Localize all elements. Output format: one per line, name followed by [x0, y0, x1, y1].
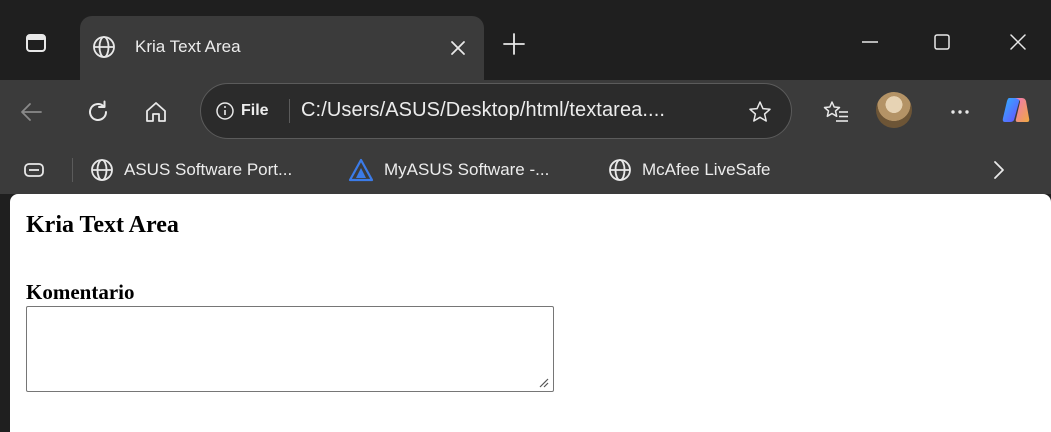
- myasus-logo-icon: [348, 158, 374, 182]
- info-icon: [215, 101, 235, 121]
- active-tab[interactable]: Kria Text Area: [80, 16, 484, 80]
- bookmark-label: McAfee LiveSafe: [642, 160, 771, 179]
- tab-actions-icon[interactable]: [24, 31, 48, 55]
- home-icon[interactable]: [138, 94, 174, 130]
- site-info-button[interactable]: File: [215, 101, 269, 121]
- komentario-label: Komentario: [26, 280, 135, 304]
- star-icon[interactable]: [747, 99, 773, 125]
- site-info-label: File: [241, 102, 269, 119]
- minimize-icon[interactable]: [850, 26, 890, 58]
- refresh-icon[interactable]: [80, 94, 116, 130]
- resize-handle-icon[interactable]: [537, 376, 549, 388]
- globe-icon: [90, 158, 114, 182]
- tab-strip: Kria Text Area: [0, 0, 1051, 80]
- close-tab-icon[interactable]: [446, 36, 470, 60]
- new-tab-icon[interactable]: [500, 30, 528, 58]
- copilot-icon[interactable]: [1000, 94, 1032, 126]
- bookmark-myasus-software[interactable]: MyASUS Software -...: [348, 158, 549, 182]
- url-text[interactable]: C:/Users/ASUS/Desktop/html/textarea....: [301, 99, 665, 122]
- more-options-icon[interactable]: [942, 94, 978, 130]
- tab-title: Kria Text Area: [135, 37, 241, 56]
- globe-icon: [608, 158, 632, 182]
- komentario-textarea[interactable]: [26, 306, 554, 392]
- page-heading: Kria Text Area: [26, 212, 179, 238]
- profile-avatar[interactable]: [876, 92, 912, 128]
- collections-icon[interactable]: [22, 158, 46, 182]
- favorites-icon[interactable]: [818, 94, 854, 130]
- bookmarks-divider: [72, 158, 73, 182]
- maximize-icon[interactable]: [922, 26, 962, 58]
- address-bar[interactable]: File C:/Users/ASUS/Desktop/html/textarea…: [200, 83, 792, 139]
- bookmark-label: ASUS Software Port...: [124, 160, 293, 179]
- address-divider: [289, 99, 290, 123]
- back-arrow-icon[interactable]: [14, 94, 50, 130]
- close-window-icon[interactable]: [998, 26, 1038, 58]
- bookmarks-bar: ASUS Software Port... MyASUS Software -.…: [0, 144, 1051, 194]
- chevron-right-icon[interactable]: [986, 158, 1010, 182]
- bookmark-asus-software-portal[interactable]: ASUS Software Port...: [90, 158, 292, 182]
- bookmark-mcafee-livesafe[interactable]: McAfee LiveSafe: [608, 158, 771, 182]
- bookmark-label: MyASUS Software -...: [384, 160, 550, 179]
- globe-icon: [92, 35, 116, 59]
- page-content: Kria Text Area Komentario: [10, 194, 1051, 432]
